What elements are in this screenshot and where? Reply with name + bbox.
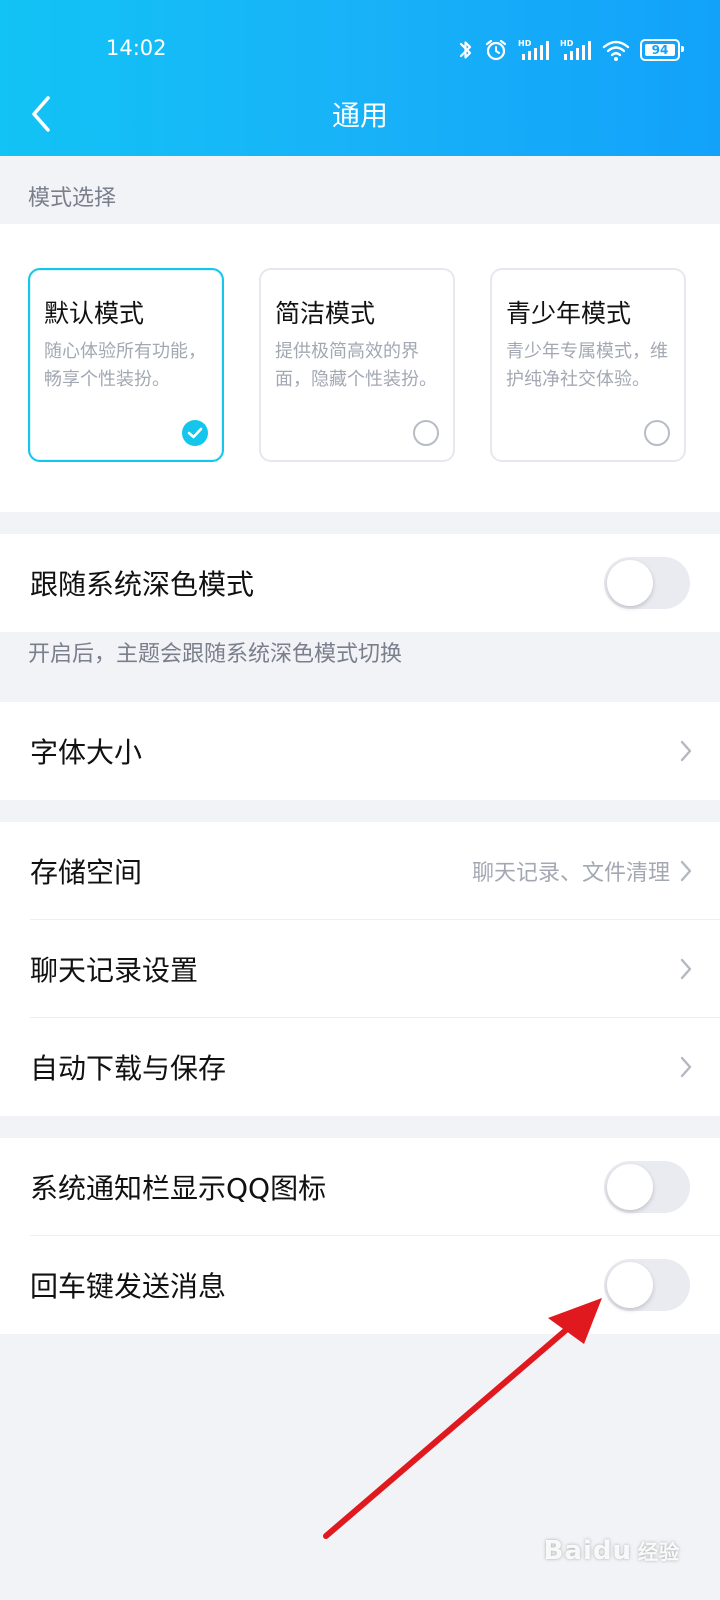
annotation-arrow	[323, 1298, 602, 1539]
baidu-watermark-logo: Baidu 经验	[543, 1536, 680, 1566]
